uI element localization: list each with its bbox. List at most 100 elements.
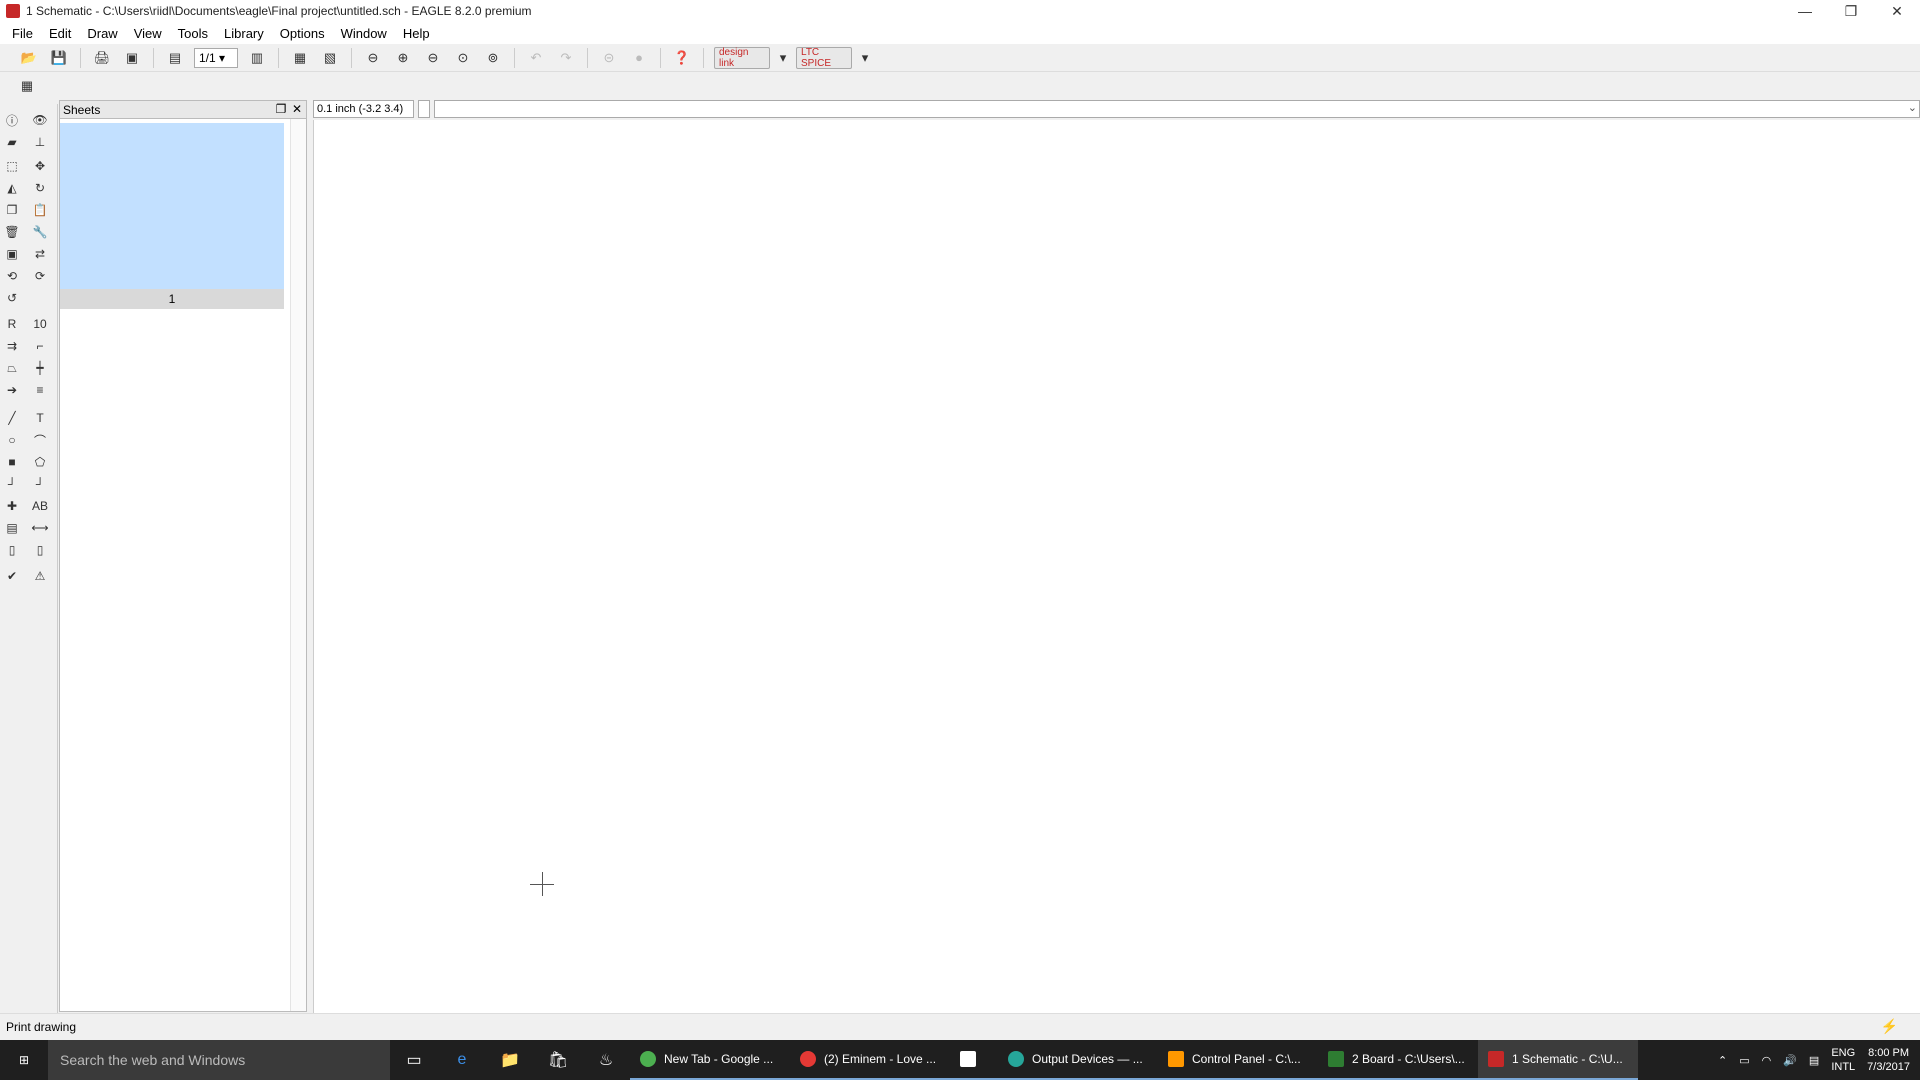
smash-icon[interactable]: ⇉ [2, 336, 22, 356]
ltspice-button[interactable]: LTC SPICE [796, 46, 852, 69]
attribute-icon[interactable]: ▤ [2, 518, 22, 538]
bus-icon[interactable]: ┘ [30, 474, 50, 494]
menu-draw[interactable]: Draw [79, 26, 125, 41]
task-view-icon[interactable]: ▭ [390, 1040, 438, 1080]
tray-overflow-icon[interactable]: ⌃ [1718, 1054, 1727, 1067]
minimize-button[interactable]: — [1782, 0, 1828, 22]
task-output-devices[interactable]: Output Devices — ... [998, 1040, 1158, 1080]
split-icon[interactable]: ⏢ [2, 358, 22, 378]
mark-icon[interactable]: ⊥ [30, 132, 50, 152]
sheet-select[interactable]: 1/1 ▾ [194, 47, 238, 68]
frame-icon[interactable]: ▯ [2, 540, 22, 560]
zoom-in-icon[interactable]: ⊕ [392, 47, 414, 69]
menu-library[interactable]: Library [216, 26, 272, 41]
stop-icon[interactable]: ⊝ [598, 47, 620, 69]
mirror-icon[interactable]: ◭ [2, 178, 22, 198]
store-icon[interactable]: 🛍 [534, 1040, 582, 1080]
label-icon[interactable]: AB [30, 496, 50, 516]
dimension-icon[interactable]: ⟷ [30, 518, 50, 538]
taskbar-search-input[interactable]: Search the web and Windows [48, 1040, 390, 1080]
go-icon[interactable]: ● [628, 47, 650, 69]
rotate-icon[interactable]: ↻ [30, 178, 50, 198]
add-part-icon[interactable]: ▣ [2, 244, 22, 264]
menu-file[interactable]: File [4, 26, 41, 41]
errors-icon[interactable]: ⚠ [30, 566, 50, 586]
net-icon[interactable]: ┘ [2, 474, 22, 494]
sheets-scrollbar[interactable] [290, 119, 306, 1011]
task-schematic[interactable]: 1 Schematic - C:\U... [1478, 1040, 1638, 1080]
library-icon[interactable]: ▥ [246, 47, 268, 69]
float-panel-icon[interactable]: ❐ [274, 102, 288, 116]
file-explorer-icon[interactable]: 📁 [486, 1040, 534, 1080]
task-board[interactable]: 2 Board - C:\Users\... [1318, 1040, 1478, 1080]
line-icon[interactable]: ╱ [2, 408, 22, 428]
zoom-out-icon[interactable]: ⊖ [422, 47, 444, 69]
action-center-icon[interactable]: ▤ [1809, 1054, 1819, 1067]
name-icon[interactable]: R [2, 314, 22, 334]
windows-start-icon[interactable]: ⊞ [0, 1040, 48, 1080]
command-history-dropdown-icon[interactable]: ⌄ [1908, 101, 1917, 114]
help-icon[interactable]: ❓ [671, 47, 693, 69]
arc-icon[interactable]: ⌒ [30, 430, 50, 450]
menu-help[interactable]: Help [395, 26, 438, 41]
wifi-icon[interactable]: ◠ [1762, 1054, 1772, 1067]
show-icon[interactable]: 👁 [30, 110, 50, 130]
optimize-icon[interactable]: ┿ [30, 358, 50, 378]
align-icon[interactable]: ≡ [30, 380, 50, 400]
display-layers-icon[interactable]: ▰ [2, 132, 22, 152]
gate-swap-icon[interactable]: ⟲ [2, 266, 22, 286]
select-icon[interactable]: ⬚ [2, 156, 22, 176]
zoom-select-icon[interactable]: ⊙ [452, 47, 474, 69]
restore-button[interactable]: ❐ [1828, 0, 1874, 22]
paste-icon[interactable]: 📋 [30, 200, 50, 220]
print-icon[interactable]: 🖨 [91, 47, 113, 69]
menu-tools[interactable]: Tools [170, 26, 216, 41]
info-icon[interactable]: ⓘ [2, 110, 22, 130]
schematic-canvas[interactable] [313, 120, 1920, 1013]
task-chrome-new-tab[interactable]: New Tab - Google ... [630, 1040, 790, 1080]
close-button[interactable]: ✕ [1874, 0, 1920, 22]
cam-processor-icon[interactable]: ▣ [121, 47, 143, 69]
menu-view[interactable]: View [126, 26, 170, 41]
text-icon[interactable]: T [30, 408, 50, 428]
design-link-button[interactable]: design link [714, 46, 770, 69]
zoom-fit-icon[interactable]: ⊖ [362, 47, 384, 69]
lightning-icon[interactable]: ⚡ [1881, 1018, 1898, 1035]
save-icon[interactable]: 💾 [48, 47, 70, 69]
undo-icon[interactable]: ↶ [525, 47, 547, 69]
task-chrome-eminem[interactable]: (2) Eminem - Love ... [790, 1040, 950, 1080]
copy-icon[interactable]: ❐ [2, 200, 22, 220]
replace-icon[interactable]: ⇄ [30, 244, 50, 264]
value-icon[interactable]: 10 [30, 314, 50, 334]
task-photos[interactable] [950, 1040, 998, 1080]
run-ulp-icon[interactable]: ▧ [319, 47, 341, 69]
close-panel-icon[interactable]: ✕ [290, 102, 304, 116]
pin-swap-icon[interactable]: ⟳ [30, 266, 50, 286]
polygon-icon[interactable]: ⬠ [30, 452, 50, 472]
sheet-thumbnail[interactable] [60, 123, 284, 289]
redraw-icon[interactable]: ⊚ [482, 47, 504, 69]
rectangle-icon[interactable]: ■ [2, 452, 22, 472]
volume-icon[interactable]: 🔊 [1783, 1054, 1797, 1067]
board-switch-icon[interactable]: ▤ [164, 47, 186, 69]
slice-icon[interactable]: ➔ [2, 380, 22, 400]
menu-options[interactable]: Options [272, 26, 333, 41]
script-icon[interactable]: ▦ [289, 47, 311, 69]
command-input[interactable]: ⌄ [434, 100, 1920, 118]
module-icon[interactable]: ▯ [30, 540, 50, 560]
task-control-panel[interactable]: Control Panel - C:\... [1158, 1040, 1318, 1080]
delete-icon[interactable]: 🗑 [2, 222, 22, 242]
menu-edit[interactable]: Edit [41, 26, 79, 41]
steam-icon[interactable]: ♨ [582, 1040, 630, 1080]
edge-browser-icon[interactable]: e [438, 1040, 486, 1080]
clock[interactable]: 8:00 PM 7/3/2017 [1867, 1046, 1910, 1074]
move-icon[interactable]: ✥ [30, 156, 50, 176]
battery-icon[interactable]: ▭ [1739, 1054, 1749, 1067]
redo-icon[interactable]: ↷ [555, 47, 577, 69]
ltspice-dropdown-icon[interactable]: ▾ [860, 47, 870, 69]
junction-icon[interactable]: ✚ [2, 496, 22, 516]
language-indicator[interactable]: ENG INTL [1831, 1046, 1855, 1074]
circle-icon[interactable]: ○ [2, 430, 22, 450]
miter-icon[interactable]: ⌐ [30, 336, 50, 356]
design-link-dropdown-icon[interactable]: ▾ [778, 47, 788, 69]
